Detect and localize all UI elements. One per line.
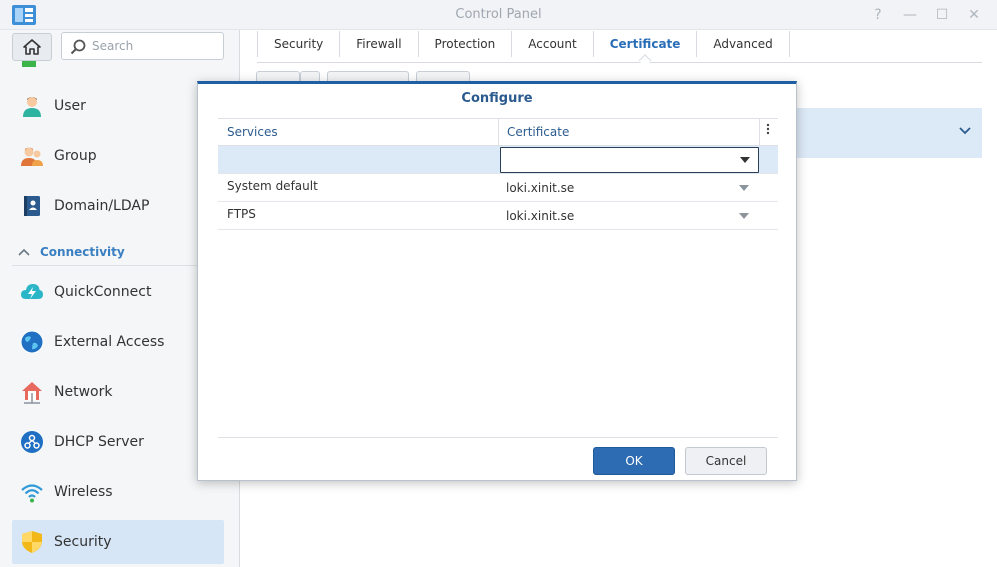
ok-button[interactable]: OK: [593, 447, 675, 475]
tab-certificate[interactable]: Certificate: [594, 31, 698, 57]
window-title: Control Panel: [455, 7, 542, 22]
sidebar-item-label: DHCP Server: [54, 434, 144, 450]
sidebar-item-group[interactable]: Group: [12, 134, 224, 178]
sidebar-item-network[interactable]: Network: [12, 370, 224, 414]
dialog-title: Configure: [461, 91, 533, 106]
dropdown-arrow-icon[interactable]: [739, 185, 749, 191]
dropdown-arrow-icon[interactable]: [740, 157, 750, 163]
table-row-editing[interactable]: [218, 146, 778, 174]
scrolled-item-remnant: [22, 60, 222, 70]
column-header-services[interactable]: Services: [227, 125, 278, 139]
external-access-icon: [20, 330, 44, 354]
tab-protection[interactable]: Protection: [419, 31, 513, 57]
dialog-footer-divider: [218, 437, 778, 438]
dhcp-server-icon: [20, 430, 44, 454]
home-button[interactable]: [12, 33, 52, 61]
section-label: Connectivity: [40, 244, 125, 259]
tab-account[interactable]: Account: [512, 31, 594, 57]
sidebar-item-wireless[interactable]: Wireless: [12, 470, 224, 514]
search-box[interactable]: [61, 32, 224, 60]
certificate-select[interactable]: [500, 147, 759, 173]
search-icon: [70, 39, 86, 55]
user-icon: [20, 94, 44, 118]
security-shield-icon: [20, 530, 44, 554]
minimize-icon[interactable]: —: [901, 6, 919, 24]
help-icon[interactable]: ?: [869, 6, 887, 24]
sidebar-item-label: User: [54, 98, 86, 114]
tab-bar: Security Firewall Protection Account Cer…: [257, 30, 982, 63]
certificate-value: loki.xinit.se: [506, 181, 575, 195]
chevron-down-icon[interactable]: [958, 124, 972, 138]
home-icon: [23, 39, 41, 55]
close-icon[interactable]: ✕: [965, 6, 983, 24]
tab-advanced[interactable]: Advanced: [697, 31, 790, 57]
column-separator: [759, 119, 760, 146]
services-certificate-grid: Services Certificate System default loki…: [218, 118, 778, 230]
certificate-value: loki.xinit.se: [506, 209, 575, 223]
column-menu-icon[interactable]: [762, 123, 774, 141]
service-name: FTPS: [227, 207, 256, 221]
dropdown-arrow-icon[interactable]: [739, 213, 749, 219]
grid-header: Services Certificate: [218, 118, 778, 146]
sidebar-item-user[interactable]: User: [12, 84, 224, 128]
sidebar-item-label: Domain/LDAP: [54, 198, 150, 214]
column-header-certificate[interactable]: Certificate: [507, 125, 569, 139]
title-bar: Control Panel ? — ☐ ✕: [0, 0, 997, 30]
search-input[interactable]: [92, 37, 218, 55]
domain-ldap-icon: [20, 194, 44, 218]
tab-security[interactable]: Security: [257, 31, 341, 57]
tab-firewall[interactable]: Firewall: [340, 31, 419, 57]
group-icon: [20, 144, 44, 168]
sidebar-item-dhcp-server[interactable]: DHCP Server: [12, 420, 224, 464]
network-icon: [20, 380, 44, 404]
table-row[interactable]: System default loki.xinit.se: [218, 174, 778, 202]
sidebar-item-label: Network: [54, 384, 113, 400]
sidebar-item-domain-ldap[interactable]: Domain/LDAP: [12, 184, 224, 228]
wireless-icon: [20, 480, 44, 504]
chevron-up-icon: [18, 245, 32, 259]
sidebar-item-security[interactable]: Security: [12, 520, 224, 564]
service-name: System default: [227, 179, 318, 193]
quickconnect-icon: [20, 280, 44, 304]
sidebar-item-label: Security: [54, 534, 112, 550]
sidebar-item-label: Wireless: [54, 484, 113, 500]
configure-dialog: Configure Services Certificate System de…: [197, 81, 797, 481]
sidebar-item-label: Group: [54, 148, 97, 164]
sidebar-item-external-access[interactable]: External Access: [12, 320, 224, 364]
table-row[interactable]: FTPS loki.xinit.se: [218, 202, 778, 230]
sidebar-item-quickconnect[interactable]: QuickConnect: [12, 270, 224, 314]
column-separator: [498, 119, 499, 146]
certificate-list-row[interactable]: [797, 108, 982, 158]
cancel-button[interactable]: Cancel: [685, 447, 767, 475]
sidebar-item-label: QuickConnect: [54, 284, 152, 300]
sidebar-section-connectivity[interactable]: Connectivity: [12, 238, 202, 266]
sidebar-item-label: External Access: [54, 334, 165, 350]
maximize-icon[interactable]: ☐: [933, 6, 951, 24]
